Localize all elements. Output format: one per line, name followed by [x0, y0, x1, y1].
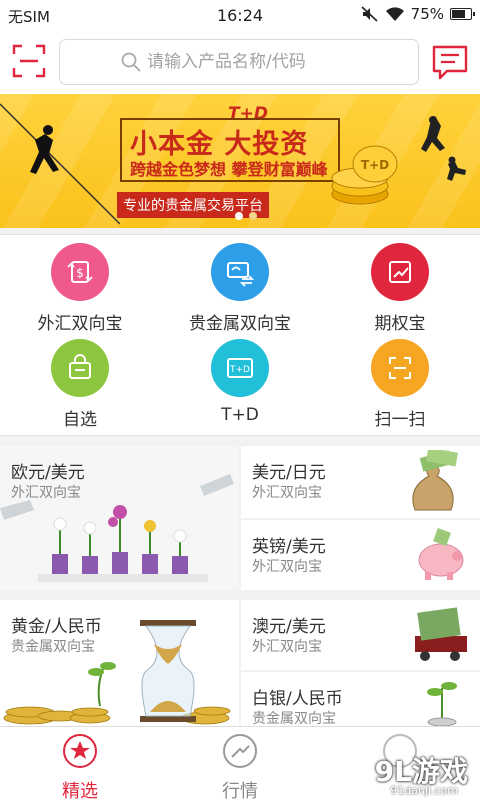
svg-text:T+D: T+D [229, 365, 250, 375]
product-tile-gbpusd[interactable]: 英镑/美元 外汇双向宝 [241, 520, 480, 590]
product-name: 欧元/美元 [11, 463, 85, 483]
coin-plant-image [427, 682, 457, 726]
product-tile-xagcny[interactable]: 白银/人民币 贵金属双向宝 [241, 672, 480, 726]
messages-button[interactable] [431, 44, 469, 80]
star-icon [63, 734, 97, 768]
svg-text:T+D: T+D [361, 158, 389, 172]
grid-label: T+D [221, 405, 259, 425]
product-category: 外汇双向宝 [11, 485, 81, 501]
banner-tagline: 专业的贵金属交易平台 [117, 192, 269, 218]
chart-trend-icon [371, 243, 429, 301]
shopping-bag-icon [51, 339, 109, 397]
scan-icon [12, 44, 46, 78]
banner-subline: 跨越金色梦想 攀登财富巅峰 [130, 160, 328, 179]
grid-item-precious-metal[interactable]: 贵金属双向宝 [160, 243, 320, 334]
precious-metal-icon [211, 243, 269, 301]
search-input[interactable] [147, 52, 357, 72]
product-category: 外汇双向宝 [252, 485, 322, 501]
tab-label: 精选 [62, 781, 98, 800]
money-cart-image [415, 607, 467, 661]
search-bar[interactable] [59, 39, 419, 85]
product-tile-xaucny[interactable]: 黄金/人民币 贵金属双向宝 [0, 600, 239, 726]
product-name: 黄金/人民币 [11, 617, 102, 637]
tab-featured[interactable]: 精选 [40, 733, 120, 800]
tab-market[interactable]: 行情 [200, 733, 280, 800]
product-name: 白银/人民币 [252, 689, 343, 709]
mute-icon [361, 6, 378, 22]
grid-label: 扫一扫 [374, 410, 426, 430]
piggy-bank-image [418, 528, 464, 580]
banner-page-dot[interactable] [249, 212, 257, 220]
grid-label: 贵金属双向宝 [189, 314, 291, 334]
grid-item-options[interactable]: 期权宝 [320, 243, 480, 334]
battery-percent: 75% [410, 5, 444, 23]
message-icon [432, 45, 468, 80]
coins-image: T+D [331, 116, 466, 205]
grid-label: 自选 [63, 410, 97, 430]
watermark-site: 91danji.com [390, 784, 458, 797]
td-card-icon: T+D [211, 339, 269, 397]
grid-label: 外汇双向宝 [37, 314, 123, 334]
wifi-icon [385, 7, 404, 21]
app-header [0, 30, 480, 94]
status-bar: 无SIM 16:24 75% [0, 0, 480, 30]
promo-banner[interactable]: T+D 小本金 大投资 跨越金色梦想 攀登财富巅峰 专业的贵金属交易平台 T+D [0, 94, 480, 228]
forex-exchange-icon: $ [51, 243, 109, 301]
climber-figure-image [0, 103, 120, 225]
function-grid: $ 外汇双向宝 贵金属双向宝 期权宝 自选 T+D T+D 扫一扫 [0, 234, 480, 436]
battery-icon [450, 8, 475, 20]
product-name: 英镑/美元 [252, 537, 326, 557]
status-icons: 75% [361, 5, 475, 23]
grid-item-forex[interactable]: $ 外汇双向宝 [0, 243, 160, 334]
product-category: 外汇双向宝 [252, 639, 322, 655]
svg-text:$: $ [76, 266, 84, 280]
product-tile-audusd[interactable]: 澳元/美元 外汇双向宝 [241, 600, 480, 670]
product-category: 外汇双向宝 [252, 559, 322, 575]
product-name: 美元/日元 [252, 463, 326, 483]
product-tile-eurusd[interactable]: 欧元/美元 外汇双向宝 [0, 446, 239, 590]
scan-icon [371, 339, 429, 397]
search-icon [121, 52, 141, 72]
trend-icon [223, 734, 257, 768]
product-category: 贵金属双向宝 [11, 639, 95, 655]
grid-item-scan[interactable]: 扫一扫 [320, 339, 480, 430]
scan-button[interactable] [12, 44, 46, 78]
product-category: 贵金属双向宝 [252, 711, 336, 726]
product-name: 澳元/美元 [252, 617, 326, 637]
grid-label: 期权宝 [374, 314, 426, 334]
grid-item-td[interactable]: T+D T+D [160, 339, 320, 425]
tab-label: 行情 [222, 781, 258, 800]
grid-item-watchlist[interactable]: 自选 [0, 339, 160, 430]
banner-page-dot[interactable] [235, 212, 243, 220]
product-tile-usdjpy[interactable]: 美元/日元 外汇双向宝 [241, 446, 480, 518]
money-bag-image [412, 450, 458, 511]
